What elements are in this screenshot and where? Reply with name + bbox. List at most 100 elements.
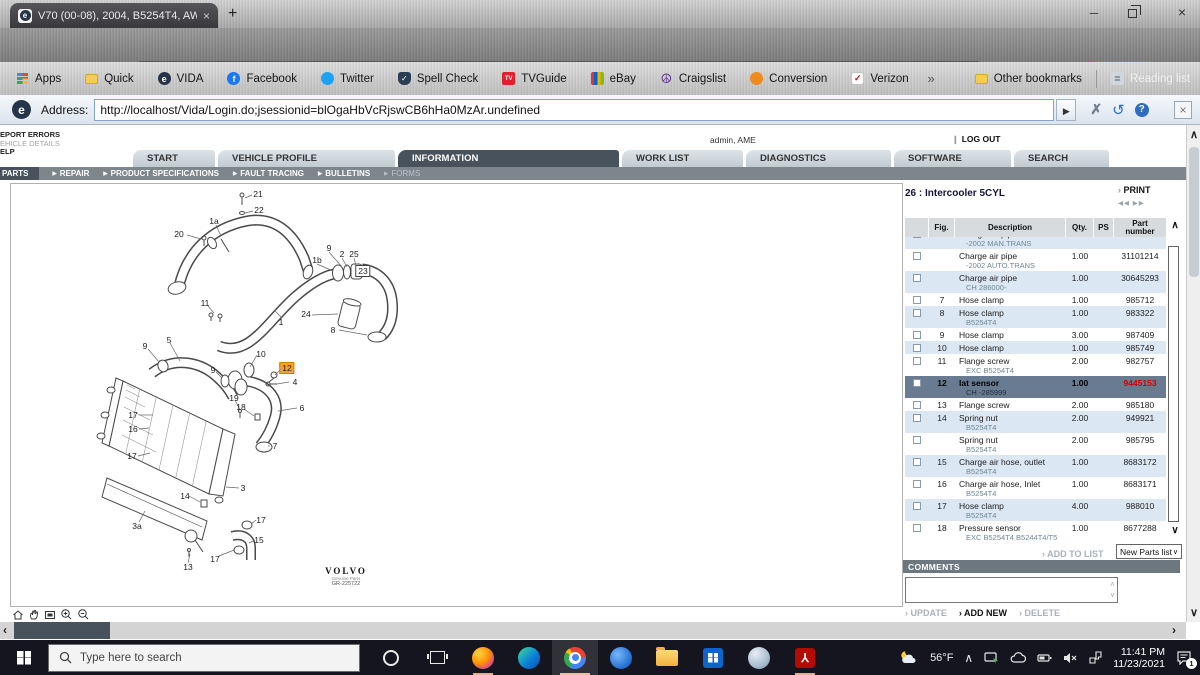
- scroll-left-icon[interactable]: ‹: [3, 623, 7, 637]
- row-checkbox[interactable]: [913, 480, 921, 488]
- diagram-callout-1a[interactable]: 1a: [209, 216, 218, 226]
- weather-icon[interactable]: [899, 650, 919, 666]
- close-window-button[interactable]: ×: [1172, 4, 1192, 20]
- diagram-callout-4[interactable]: 4: [293, 377, 298, 387]
- table-row[interactable]: Spring nutB5254T42.00985795: [905, 433, 1166, 455]
- bookmark-verizon[interactable]: ✓Verizon: [851, 72, 908, 85]
- clock[interactable]: 11:41 PM 11/23/2021: [1113, 646, 1165, 670]
- row-checkbox[interactable]: [913, 309, 921, 317]
- battery-icon[interactable]: [1037, 653, 1052, 663]
- taskbar-store[interactable]: [690, 640, 736, 675]
- table-scroll-up-icon[interactable]: ∧: [1168, 220, 1182, 231]
- diagram-callout-23[interactable]: 23: [355, 265, 370, 277]
- pen-touch-icon[interactable]: [1089, 651, 1102, 664]
- diagram-callout-14[interactable]: 14: [180, 491, 189, 501]
- diagram-callout-9[interactable]: 9: [143, 341, 148, 351]
- row-checkbox[interactable]: [913, 252, 921, 260]
- task-view-button[interactable]: [414, 640, 460, 675]
- row-checkbox[interactable]: [913, 379, 921, 387]
- scroll-right-icon[interactable]: ›: [1172, 623, 1176, 637]
- tab-vehicle-profile[interactable]: VEHICLE PROFILE: [218, 150, 395, 167]
- diagram-callout-6[interactable]: 6: [300, 403, 305, 413]
- diagram-callout-7[interactable]: 7: [273, 441, 278, 451]
- table-row[interactable]: 11Flange screwEXC B5254T42.00982757: [905, 354, 1166, 376]
- diagram-callout-11[interactable]: 11: [201, 298, 210, 308]
- ietab-helper-tray-icon[interactable]: [984, 652, 999, 664]
- cortana-button[interactable]: [368, 640, 414, 675]
- table-scrollbar-thumb[interactable]: [1168, 246, 1179, 522]
- diagram-callout-8[interactable]: 8: [331, 325, 336, 335]
- table-row[interactable]: 15Charge air hose, outletB5254T41.008683…: [905, 455, 1166, 477]
- scroll-up-icon[interactable]: ∧: [1187, 128, 1200, 141]
- delete-button[interactable]: › DELETE: [1019, 608, 1060, 618]
- start-button[interactable]: [0, 640, 48, 675]
- table-row[interactable]: 14Spring nutB5254T42.00949921: [905, 411, 1166, 433]
- taskbar-thunderbird[interactable]: [598, 640, 644, 675]
- table-row[interactable]: Charge air pipe-2002 AUTO.TRANS1.0031101…: [905, 249, 1166, 271]
- help-link[interactable]: ELP: [0, 148, 60, 157]
- bookmarks-overflow-icon[interactable]: »: [927, 71, 934, 86]
- diagram-callout-12[interactable]: 12: [279, 362, 294, 374]
- comments-textarea[interactable]: ∧ ∨: [905, 577, 1118, 603]
- bookmark-vida[interactable]: eVIDA: [158, 72, 204, 85]
- subnav-repair[interactable]: ▶REPAIR: [53, 169, 90, 178]
- diagram-callout-18[interactable]: 18: [236, 402, 245, 412]
- diagram-callout-13[interactable]: 13: [183, 562, 192, 572]
- row-checkbox[interactable]: [913, 502, 921, 510]
- diagram-callout-9[interactable]: 9: [327, 243, 332, 253]
- diagram-callout-3a[interactable]: 3a: [132, 521, 141, 531]
- subnav-product-specifications[interactable]: ▶PRODUCT SPECIFICATIONS: [103, 169, 219, 178]
- diagram-callout-3[interactable]: 3: [241, 483, 246, 493]
- diagram-home-icon[interactable]: [12, 609, 24, 621]
- diagram-callout-17[interactable]: 17: [210, 554, 219, 564]
- pan-hand-icon[interactable]: [28, 609, 40, 621]
- diagram-callout-22[interactable]: 22: [254, 205, 263, 215]
- tab-information[interactable]: INFORMATION: [398, 150, 619, 167]
- textarea-down-icon[interactable]: ∨: [1110, 592, 1115, 599]
- bookmark-spell-check[interactable]: ✓Spell Check: [398, 72, 478, 85]
- tab-software[interactable]: SOFTWARE: [894, 150, 1011, 167]
- table-row[interactable]: 18Pressure sensorEXC B5254T4 B5244T4/T51…: [905, 521, 1166, 540]
- diagram-callout-10[interactable]: 10: [256, 349, 265, 359]
- bookmark-twitter[interactable]: Twitter: [321, 72, 374, 85]
- ietab-refresh-icon[interactable]: ↺: [1112, 101, 1125, 119]
- taskbar-file-explorer[interactable]: [644, 640, 690, 675]
- diagram-callout-15[interactable]: 15: [254, 535, 263, 545]
- table-scroll-down-icon[interactable]: ∨: [1168, 525, 1182, 536]
- scroll-down-icon[interactable]: ∨: [1187, 606, 1200, 619]
- add-new-button[interactable]: › ADD NEW: [959, 608, 1007, 618]
- tab-diagnostics[interactable]: DIAGNOSTICS: [746, 150, 891, 167]
- bookmark-craigslist[interactable]: ☮Craigslist: [660, 72, 726, 85]
- diagram-callout-25[interactable]: 25: [349, 249, 358, 259]
- row-checkbox[interactable]: [913, 237, 921, 238]
- fit-view-icon[interactable]: [44, 609, 56, 621]
- row-checkbox[interactable]: [913, 524, 921, 532]
- go-button[interactable]: ▶: [1056, 99, 1076, 121]
- bookmark-conversion[interactable]: Conversion: [750, 72, 827, 85]
- ietab-address-input[interactable]: [94, 99, 1054, 121]
- diagram-callout-21[interactable]: 21: [253, 189, 262, 199]
- tab-work-list[interactable]: WORK LIST: [622, 150, 743, 167]
- row-checkbox[interactable]: [913, 436, 921, 444]
- bookmark-ebay[interactable]: eBay: [591, 72, 636, 85]
- vertical-scrollbar-thumb[interactable]: [1189, 147, 1199, 277]
- logout-link[interactable]: ❙LOG OUT: [952, 134, 1000, 144]
- tray-chevron-icon[interactable]: ∧: [964, 651, 973, 665]
- diagram-callout-1[interactable]: 1: [279, 317, 284, 327]
- table-row[interactable]: 9Hose clamp3.00987409: [905, 328, 1166, 341]
- diagram-callout-17[interactable]: 17: [127, 451, 136, 461]
- restore-button[interactable]: [1128, 9, 1137, 18]
- taskbar-search[interactable]: Type here to search: [48, 644, 360, 672]
- onedrive-cloud-icon[interactable]: [1010, 652, 1026, 663]
- row-checkbox[interactable]: [913, 331, 921, 339]
- diagram-callout-2[interactable]: 2: [340, 249, 345, 259]
- bookmark-quick[interactable]: Quick: [85, 73, 133, 85]
- print-link[interactable]: › PRINT: [1118, 185, 1151, 195]
- table-row[interactable]: 17Hose clampB5254T44.00988010: [905, 499, 1166, 521]
- table-row[interactable]: 13Flange screw2.00985180: [905, 398, 1166, 411]
- row-checkbox[interactable]: [913, 458, 921, 466]
- diagram-callout-1b[interactable]: 1b: [312, 255, 321, 265]
- tab-search[interactable]: SEARCH: [1014, 150, 1109, 167]
- browser-tab[interactable]: e V70 (00-08), 2004, B5254T4, AW5 ×: [10, 3, 218, 28]
- taskbar-firefox[interactable]: [460, 640, 506, 675]
